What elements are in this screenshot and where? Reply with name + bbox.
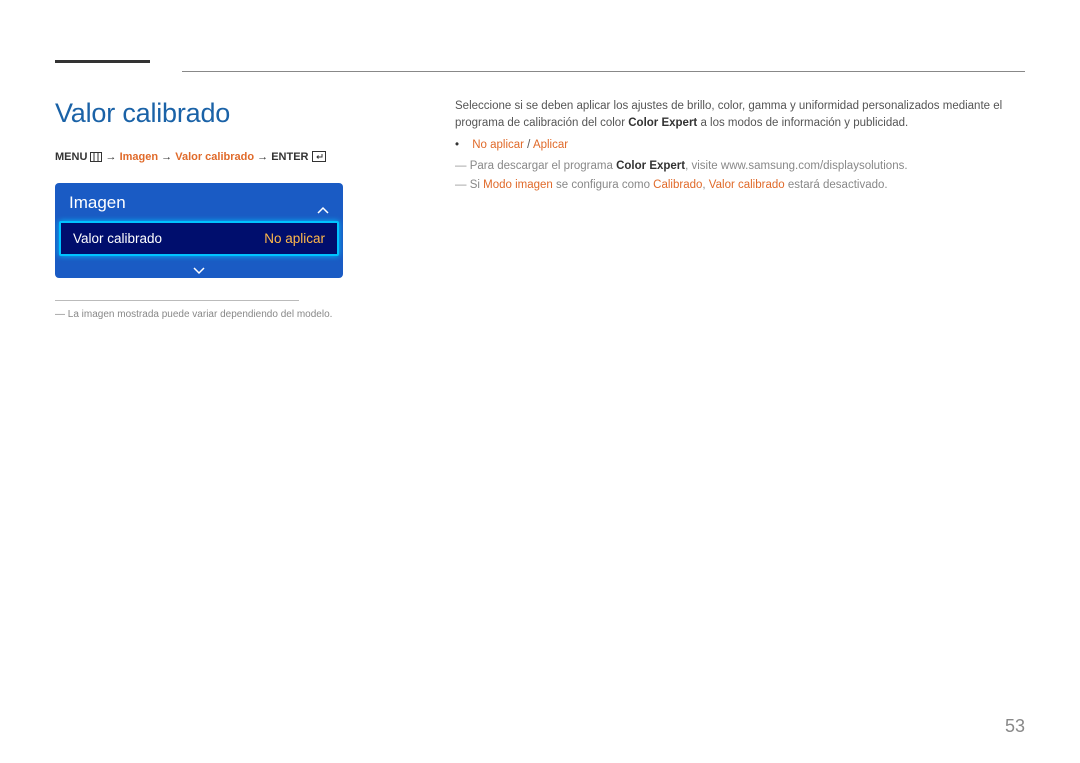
osd-menu-panel: Imagen Valor calibrado No aplicar [55, 183, 343, 278]
desc-strong-color-expert: Color Expert [628, 117, 697, 129]
option-separator: / [524, 139, 533, 151]
osd-menu-item-valor-calibrado[interactable]: Valor calibrado No aplicar [59, 221, 339, 256]
right-column: Seleccione si se deben aplicar los ajust… [455, 98, 1025, 193]
osd-menu-header: Imagen [55, 185, 343, 221]
osd-menu-item-label: Valor calibrado [73, 231, 264, 246]
page: Valor calibrado MENU → Imagen → Valor ca… [0, 0, 1080, 763]
note2-c: se configura como [553, 179, 653, 191]
breadcrumb-menu-label: MENU [55, 151, 87, 163]
desc-text-c: a los modos de información y publicidad. [697, 117, 908, 129]
left-note-rule [55, 300, 299, 301]
header-rule [182, 71, 1025, 72]
note-mode: ― Si Modo imagen se configura como Calib… [455, 177, 1025, 194]
left-note: — La imagen mostrada puede variar depend… [55, 309, 405, 320]
note-download: ― Para descargar el programa Color Exper… [455, 158, 1025, 175]
content-area: Valor calibrado MENU → Imagen → Valor ca… [55, 98, 1025, 320]
note2-valor-calibrado: Valor calibrado [709, 179, 785, 191]
dash-icon: ― [455, 160, 470, 172]
bullet-icon: • [455, 137, 469, 154]
option-no-aplicar: No aplicar [472, 139, 524, 151]
note2-modo-imagen: Modo imagen [483, 179, 553, 191]
note1-a: Para descargar el programa [470, 160, 616, 172]
osd-menu-footer [55, 256, 343, 278]
breadcrumb-arrow: → [106, 151, 117, 163]
note1-c: , visite www.samsung.com/displaysolution… [685, 160, 907, 172]
enter-icon [312, 151, 326, 165]
breadcrumb: MENU → Imagen → Valor calibrado → ENTER [55, 151, 405, 165]
page-title: Valor calibrado [55, 98, 405, 129]
description-paragraph: Seleccione si se deben aplicar los ajust… [455, 98, 1025, 131]
osd-menu-item-value: No aplicar [264, 231, 325, 246]
breadcrumb-arrow: → [257, 151, 268, 163]
note2-g: estará desactivado. [785, 179, 888, 191]
chevron-up-icon[interactable] [317, 199, 329, 207]
note2-a: Si [470, 179, 483, 191]
breadcrumb-crumb-2: Valor calibrado [175, 151, 254, 163]
note2-calibrado: Calibrado [653, 179, 702, 191]
options-line: • No aplicar / Aplicar [455, 137, 1025, 154]
osd-menu-title: Imagen [69, 193, 317, 213]
left-column: Valor calibrado MENU → Imagen → Valor ca… [55, 98, 405, 320]
note1-strong: Color Expert [616, 160, 685, 172]
option-aplicar: Aplicar [533, 139, 568, 151]
menu-grid-icon [90, 152, 102, 165]
header-accent-bar [55, 60, 150, 63]
breadcrumb-crumb-1: Imagen [120, 151, 159, 163]
page-number: 53 [1005, 716, 1025, 737]
breadcrumb-arrow: → [161, 151, 172, 163]
breadcrumb-enter-label: ENTER [271, 151, 308, 163]
dash-icon: ― [455, 179, 470, 191]
chevron-down-icon[interactable] [193, 262, 205, 270]
